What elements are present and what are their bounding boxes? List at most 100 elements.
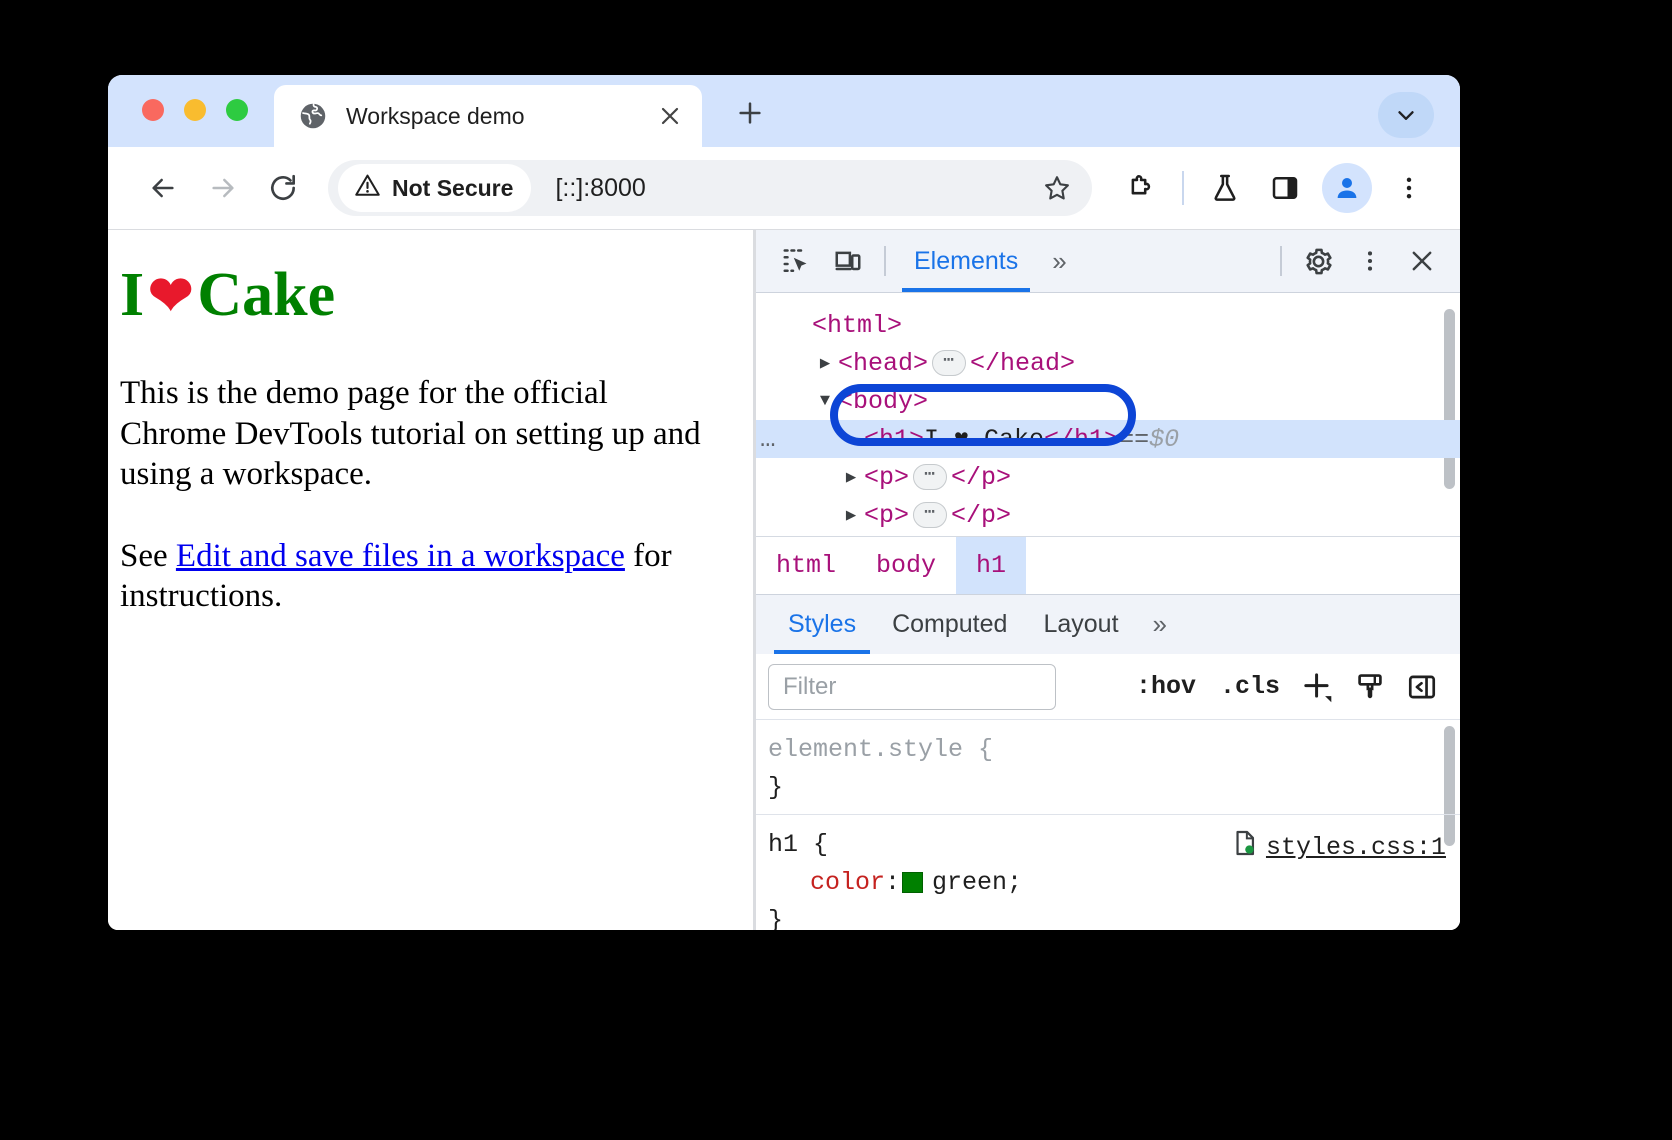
devtools-toolbar-divider-right (1280, 246, 1282, 276)
style-rule-h1[interactable]: styles.css:1 h1 { color: green; } (756, 815, 1460, 930)
more-style-tabs-icon[interactable]: » (1137, 609, 1183, 640)
styles-rules-list: element.style { } (756, 720, 1460, 930)
rule-selector[interactable]: element.style { (768, 735, 993, 764)
dom-node-tag: </head> (970, 349, 1075, 378)
expand-children-ellipsis-icon[interactable]: ⋯ (932, 350, 966, 376)
chevron-right-icon[interactable]: ▶ (814, 353, 836, 374)
dom-tree-row[interactable]: ▶<head>⋯</head> (756, 344, 1460, 382)
dom-node-tag: <h1> (864, 425, 924, 454)
side-panel-icon[interactable] (1256, 159, 1314, 217)
toggle-sidebar-icon[interactable] (1398, 663, 1446, 711)
more-panels-icon[interactable]: » (1036, 246, 1082, 277)
new-tab-button[interactable] (728, 91, 772, 135)
rule-source-link-wrapper: styles.css:1 (1231, 829, 1446, 865)
chevron-right-icon[interactable]: ▶ (840, 505, 862, 526)
tab-strip: Workspace demo (108, 75, 1460, 147)
breadcrumb: html body h1 (756, 536, 1460, 594)
dom-node-txt: I ♥ Cake (924, 425, 1044, 454)
forward-button[interactable] (194, 159, 252, 217)
security-status-text: Not Secure (392, 175, 513, 202)
styles-pane-tabs: Styles Computed Layout » (756, 594, 1460, 654)
dom-tree-row[interactable]: ▶<p>⋯</p> (756, 496, 1460, 534)
dom-tree-row[interactable]: <html> (756, 306, 1460, 344)
paintbrush-icon[interactable] (1346, 663, 1394, 711)
breadcrumb-item-h1[interactable]: h1 (956, 537, 1026, 594)
browser-tab-workspace-demo[interactable]: Workspace demo (274, 85, 702, 147)
globe-icon (298, 101, 328, 131)
dom-node-tag: <html> (812, 311, 902, 340)
browser-toolbar: Not Secure [::]:8000 (108, 147, 1460, 229)
tab-elements[interactable]: Elements (896, 231, 1036, 292)
style-rule-element-style[interactable]: element.style { } (756, 720, 1460, 815)
rule-selector-line: element.style { (768, 730, 1460, 768)
profile-avatar-icon[interactable] (1322, 163, 1372, 213)
maximize-window-button[interactable] (226, 99, 248, 121)
extensions-puzzle-icon[interactable] (1112, 159, 1170, 217)
dom-tree-row[interactable]: ▼<body> (756, 382, 1460, 420)
devtools-toolbar-divider (884, 246, 886, 276)
close-window-button[interactable] (142, 99, 164, 121)
inspect-element-icon[interactable] (770, 237, 822, 285)
heart-icon: ❤ (148, 265, 193, 327)
address-bar[interactable]: Not Secure [::]:8000 (328, 160, 1092, 216)
three-dot-menu-icon[interactable] (1380, 159, 1438, 217)
warning-triangle-icon (354, 172, 381, 204)
chevron-down-icon[interactable]: ▼ (814, 392, 836, 411)
plus-icon[interactable] (1294, 663, 1342, 711)
expand-children-ellipsis-icon[interactable]: ⋯ (913, 502, 947, 528)
css-property-name[interactable]: color (810, 868, 885, 897)
back-button[interactable] (134, 159, 192, 217)
tab-layout[interactable]: Layout (1025, 596, 1136, 654)
rule-selector[interactable]: h1 { (768, 830, 828, 859)
dom-node-tag: </h1> (1044, 425, 1119, 454)
row-overflow-dots-icon[interactable]: … (760, 426, 778, 452)
breadcrumb-item-body[interactable]: body (856, 537, 956, 594)
tab-search-chevron-down-icon[interactable] (1378, 92, 1434, 138)
dom-tree-row[interactable]: ▶<p>⋯</p> (756, 458, 1460, 496)
dom-node-tag: </p> (951, 463, 1011, 492)
devtools-panel: Elements » (756, 230, 1460, 930)
close-icon[interactable] (654, 100, 686, 132)
url-text[interactable]: [::]:8000 (555, 174, 1032, 203)
bookmark-star-icon[interactable] (1032, 163, 1082, 213)
close-icon[interactable] (1396, 237, 1448, 285)
css-file-icon (1231, 829, 1259, 865)
color-swatch[interactable] (902, 872, 923, 893)
dom-node-tag: </p> (951, 501, 1011, 530)
three-dot-menu-icon[interactable] (1344, 237, 1396, 285)
paragraph-2-before: See (120, 538, 176, 574)
dom-node-tag: <head> (838, 349, 928, 378)
dom-node-tag: <body> (838, 387, 928, 416)
web-page-viewport: I ❤ Cake This is the demo page for the o… (108, 230, 753, 930)
site-security-chip[interactable]: Not Secure (338, 164, 531, 212)
lab-flask-icon[interactable] (1196, 159, 1254, 217)
rule-source-link[interactable]: styles.css:1 (1266, 833, 1446, 862)
chevron-right-icon[interactable]: ▶ (840, 467, 862, 488)
minimize-window-button[interactable] (184, 99, 206, 121)
dom-tree-row[interactable]: … <h1>I ♥ Cake</h1> == $0 (756, 420, 1460, 458)
browser-window: Workspace demo (108, 75, 1460, 930)
expand-children-ellipsis-icon[interactable]: ⋯ (913, 464, 947, 490)
css-declaration-color[interactable]: color: green; (768, 863, 1460, 901)
toggle-element-classes-button[interactable]: .cls (1210, 672, 1290, 701)
css-property-value[interactable]: green (932, 868, 1007, 897)
dom-node-dollar: $0 (1149, 425, 1179, 454)
dom-tree[interactable]: <html>▶<head>⋯</head>▼<body>…<h1>I ♥ Cak… (756, 293, 1460, 536)
styles-filter-input[interactable] (768, 664, 1056, 710)
toggle-hover-state-button[interactable]: :hov (1126, 672, 1206, 701)
dom-node-tag: <p> (864, 463, 909, 492)
breadcrumb-item-html[interactable]: html (756, 537, 856, 594)
workspace-doc-link[interactable]: Edit and save files in a workspace (176, 538, 625, 574)
page-paragraph-1: This is the demo page for the official C… (120, 373, 719, 494)
dom-node-eq: == (1119, 425, 1149, 454)
window-traffic-lights (142, 99, 248, 121)
gear-icon[interactable] (1292, 237, 1344, 285)
dom-tree-row[interactable]: </body> (756, 534, 1460, 536)
tab-styles[interactable]: Styles (770, 596, 874, 654)
tab-computed[interactable]: Computed (874, 596, 1025, 654)
page-heading: I ❤ Cake (120, 260, 719, 331)
device-toolbar-icon[interactable] (822, 237, 874, 285)
browser-content: I ❤ Cake This is the demo page for the o… (108, 229, 1460, 930)
tab-title: Workspace demo (346, 103, 654, 130)
reload-button[interactable] (254, 159, 312, 217)
